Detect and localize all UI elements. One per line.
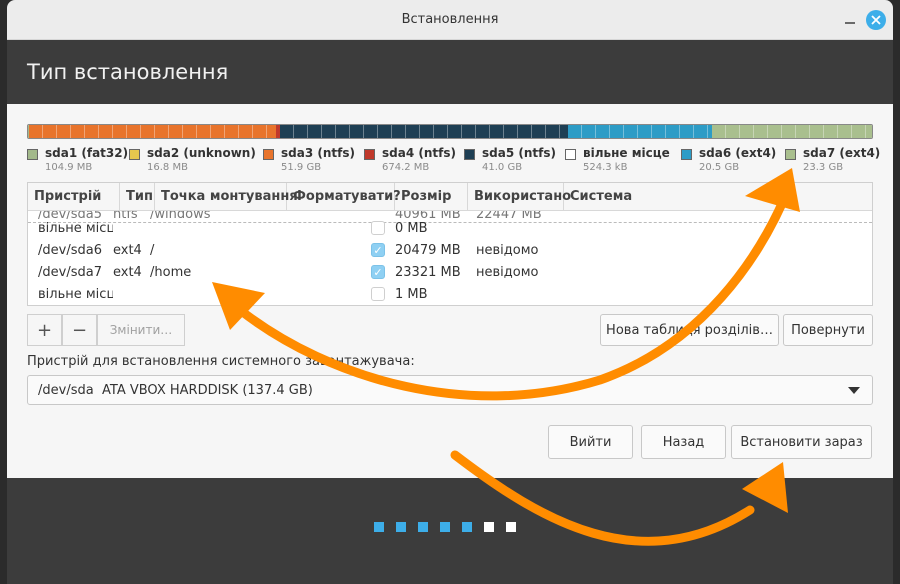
cell-device: /dev/sda7 (38, 264, 102, 280)
cell-used: невідомо (476, 264, 539, 280)
legend-label: sda5 (ntfs) (482, 146, 556, 160)
partition-segment-sda5 (280, 125, 569, 138)
format-checkbox[interactable]: ✓ (371, 265, 385, 279)
window-title: Встановлення (401, 12, 499, 27)
legend-size: 20.5 GB (699, 162, 740, 173)
cell-mount: /home (150, 264, 192, 280)
partition-segment-sda3 (28, 125, 277, 138)
legend-label: sda1 (fat32) (45, 146, 129, 160)
legend-label: sda2 (unknown) (147, 146, 256, 160)
cell-type: ext4 (113, 242, 142, 258)
col-system[interactable]: Система (564, 183, 872, 211)
partition-legend: sda1 (fat32) 104.9 MB sda2 (unknown) 16.8 M… (27, 146, 880, 176)
close-icon[interactable] (866, 10, 886, 30)
cell-mount: / (150, 242, 155, 258)
legend-label: sda7 (ext4) (803, 146, 881, 160)
col-mount[interactable]: Точка монтування (155, 183, 298, 211)
format-checkbox[interactable] (371, 221, 385, 235)
install-now-button[interactable]: Встановити зараз (731, 425, 872, 459)
legend-label: вільне місце (583, 146, 670, 160)
col-device[interactable]: Пристрій (28, 183, 120, 211)
progress-dot (440, 522, 450, 532)
progress-dot (374, 522, 384, 532)
table-row[interactable]: /dev/sda7 ext4 /home ✓ 23321 MB невідомо (28, 261, 872, 283)
table-row[interactable]: вільне місце 1 MB (28, 283, 872, 305)
cell-device: вільне місце (38, 220, 113, 236)
change-partition-button[interactable]: Змінити… (97, 314, 185, 346)
progress-dot (418, 522, 428, 532)
legend-size: 51.9 GB (281, 162, 322, 173)
legend-swatch (263, 149, 274, 160)
page-header: Тип встановлення (7, 40, 893, 104)
progress-dot (506, 522, 516, 532)
progress-footer (7, 478, 893, 584)
format-checkbox-cell: ✓ (325, 243, 395, 257)
back-button[interactable]: Назад (641, 425, 726, 459)
cell-type: ext4 (113, 264, 142, 280)
cell-used: невідомо (476, 242, 539, 258)
new-partition-table-button[interactable]: Нова таблиця розділів… (600, 314, 779, 346)
legend-label: sda4 (ntfs) (382, 146, 456, 160)
revert-button[interactable]: Повернути (783, 314, 873, 346)
legend-size: 524.3 kB (583, 162, 628, 173)
cell-device: вільне місце (38, 286, 113, 302)
cell-size: 20479 MB (395, 242, 461, 258)
partition-segment-sda7 (711, 125, 872, 138)
bootloader-device: /dev/sda (38, 382, 94, 398)
legend-size: 16.8 MB (147, 162, 188, 173)
legend-swatch (464, 149, 475, 160)
bootloader-select[interactable]: /dev/sda ATA VBOX HARDDISK (137.4 GB) (27, 375, 873, 405)
col-format[interactable]: Форматувати? (287, 183, 401, 211)
partition-bar (27, 124, 873, 139)
format-checkbox-cell (325, 221, 395, 235)
cell-size: 1 MB (395, 286, 428, 302)
partition-toolbar: + − Змінити… (27, 314, 185, 346)
legend-swatch (681, 149, 692, 160)
legend-swatch (129, 149, 140, 160)
bootloader-description: ATA VBOX HARDDISK (137.4 GB) (102, 382, 313, 398)
page-title: Тип встановлення (27, 60, 229, 84)
format-checkbox-cell: ✓ (325, 265, 395, 279)
legend-swatch (364, 149, 375, 160)
legend-swatch (27, 149, 38, 160)
legend-swatch (785, 149, 796, 160)
quit-button[interactable]: Вийти (548, 425, 633, 459)
progress-dot (462, 522, 472, 532)
cell-device: /dev/sda6 (38, 242, 102, 258)
legend-size: 41.0 GB (482, 162, 523, 173)
add-partition-button[interactable]: + (27, 314, 62, 346)
format-checkbox[interactable]: ✓ (371, 243, 385, 257)
legend-label: sda3 (ntfs) (281, 146, 355, 160)
partition-table: Пристрій Тип Точка монтування Форматуват… (27, 182, 873, 306)
col-type[interactable]: Тип (120, 183, 155, 211)
progress-dots (374, 522, 516, 532)
table-row[interactable]: вільне місце 0 MB (28, 217, 872, 239)
table-body: /dev/sda5 ntfs /windows 40961 MB 22447 M… (28, 211, 872, 305)
table-header: Пристрій Тип Точка монтування Форматуват… (28, 183, 872, 211)
cell-size: 23321 MB (395, 264, 461, 280)
main-content: sda1 (fat32) 104.9 MB sda2 (unknown) 16.8 M… (7, 104, 893, 478)
legend-size: 104.9 MB (45, 162, 93, 173)
minimize-icon[interactable] (844, 13, 856, 27)
table-row[interactable]: /dev/sda6 ext4 / ✓ 20479 MB невідомо (28, 239, 872, 261)
remove-partition-button[interactable]: − (62, 314, 97, 346)
progress-dot (484, 522, 494, 532)
legend-swatch (565, 149, 576, 160)
installer-window: Встановлення Тип встановлення sda1 (fat3… (7, 0, 893, 584)
legend-size: 674.2 MB (382, 162, 430, 173)
col-used[interactable]: Використано (468, 183, 571, 211)
chevron-down-icon (848, 387, 860, 394)
format-checkbox[interactable] (371, 287, 385, 301)
cell-size: 0 MB (395, 220, 428, 236)
format-checkbox-cell (325, 287, 395, 301)
title-bar: Встановлення (7, 0, 893, 40)
progress-dot (396, 522, 406, 532)
legend-size: 23.3 GB (803, 162, 844, 173)
partition-segment-sda6 (568, 125, 712, 138)
legend-label: sda6 (ext4) (699, 146, 777, 160)
col-size[interactable]: Розмір (395, 183, 468, 211)
bootloader-label: Пристрій для встановлення системного зав… (27, 354, 415, 369)
